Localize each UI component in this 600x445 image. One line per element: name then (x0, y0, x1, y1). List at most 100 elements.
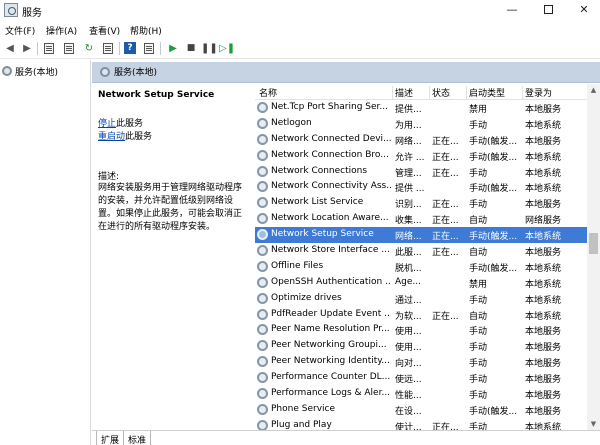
service-startup-type: 手动(触发... (469, 232, 518, 243)
tree-item-services-local[interactable]: 服务(本地) (2, 64, 58, 78)
service-detail-pane: Network Setup Service 停止此服务 重启动此服务 描述: 网… (92, 84, 245, 430)
service-name: Network Setup Service (271, 229, 374, 240)
export-list-icon[interactable] (100, 41, 116, 56)
stop-service-link[interactable]: 停止 (98, 119, 116, 129)
column-header-description[interactable]: 描述 (393, 86, 430, 100)
table-row[interactable]: Net.Tcp Port Sharing Ser... 提供... 禁用 本地服务 (255, 100, 587, 116)
service-log-on-as: 本地服务 (525, 343, 562, 354)
service-description-cell: 脱机... (395, 263, 422, 274)
service-log-on-as: 本地服务 (525, 248, 562, 259)
service-status: 正在... (432, 168, 459, 179)
title-bar: 服务 — ✕ (0, 0, 600, 20)
column-header-startup-type[interactable]: 启动类型 (467, 86, 523, 100)
service-log-on-as: 本地系统 (525, 263, 562, 274)
service-log-on-as: 本地服务 (525, 406, 562, 417)
table-row[interactable]: Network Connection Bro... 允许 ... 正在... 手动(触… (255, 148, 587, 164)
column-header-log-on-as[interactable]: 登录为 (523, 86, 587, 100)
service-description-cell: Age... (395, 276, 421, 287)
description-label: 描述: (98, 172, 120, 182)
maximize-button[interactable] (530, 0, 566, 20)
service-gear-icon (257, 213, 268, 225)
service-log-on-as: 本地服务 (525, 327, 562, 338)
table-row[interactable]: Network Connections 管理... 正在... 手动 本地系统 (255, 164, 587, 180)
vertical-scrollbar[interactable]: ▲ ▼ (587, 84, 600, 430)
forward-arrow-icon[interactable]: ▶ (19, 41, 35, 56)
menu-view[interactable]: 查看(V) (89, 24, 120, 37)
show-pane-icon[interactable] (141, 41, 157, 56)
column-header-status[interactable]: 状态 (430, 86, 467, 100)
service-name: Peer Name Resolution Pr... (271, 324, 390, 335)
service-gear-icon (257, 133, 268, 145)
table-row[interactable]: OpenSSH Authentication ... Age... 禁用 本地系统 (255, 275, 587, 291)
restart-icon[interactable]: ▷❚ (219, 41, 235, 56)
service-status: 正在... (432, 136, 459, 147)
play-icon[interactable]: ▶ (165, 41, 181, 56)
table-row[interactable]: Network Store Interface ... 此服... 正在... 自动 本… (255, 243, 587, 259)
service-log-on-as: 本地系统 (525, 184, 562, 195)
table-row[interactable]: Network List Service 识别... 正在... 手动 本地服务 (255, 195, 587, 211)
service-description: 网络安装服务用于管理网络驱动程序的安装，并允许配置低级别网络设置。如果停止此服务… (98, 183, 243, 232)
help-icon[interactable]: ? (122, 41, 138, 56)
table-row[interactable]: PdfReader Update Event ... 为软... 正在... 自动 本地… (255, 307, 587, 323)
list-header: 名称 描述 状态 启动类型 登录为 (255, 84, 587, 100)
service-name: Netlogon (271, 117, 312, 128)
minimize-button[interactable]: — (494, 0, 530, 20)
menu-file[interactable]: 文件(F) (5, 24, 35, 37)
service-startup-type: 手动 (469, 359, 488, 370)
service-gear-icon (257, 117, 268, 129)
scroll-down-arrow-icon[interactable]: ▼ (587, 418, 600, 430)
column-header-name[interactable]: 名称 (255, 86, 393, 100)
pause-icon[interactable]: ❚❚ (201, 41, 218, 56)
service-description-cell: 使远... (395, 375, 422, 386)
table-row[interactable]: Offline Files 脱机... 手动(触发... 本地系统 (255, 259, 587, 275)
stop-icon[interactable]: ■ (183, 41, 199, 56)
service-startup-type: 手动(触发... (469, 136, 518, 147)
back-arrow-icon[interactable]: ◀ (2, 41, 18, 56)
tab-standard[interactable]: 标准 (123, 431, 152, 445)
table-row[interactable]: Plug and Play 使计... 正在... 手动 本地系统 (255, 418, 587, 430)
scrollbar-thumb[interactable] (589, 233, 598, 254)
detail-service-title: Network Setup Service (98, 90, 215, 100)
service-description-cell: 使计... (395, 422, 422, 430)
toolbar: ◀ ▶ ↻ ? ▶ ■ ❚❚ ▷❚ (0, 39, 600, 59)
table-row[interactable]: Network Connectivity Ass... 提供 ... 手动(触发..… (255, 179, 587, 195)
service-gear-icon (257, 403, 268, 415)
table-row[interactable]: Peer Name Resolution Pr... 使用... 手动 本地服务 (255, 322, 587, 338)
close-button[interactable]: ✕ (566, 0, 600, 20)
console-tree-icon[interactable] (41, 41, 57, 56)
service-log-on-as: 本地服务 (525, 359, 562, 370)
service-name: Net.Tcp Port Sharing Ser... (271, 102, 388, 112)
table-row[interactable]: Optimize drives 通过... 手动 本地系统 (255, 291, 587, 307)
services-header-band: 服务(本地) (92, 62, 600, 83)
service-log-on-as: 网络服务 (525, 216, 562, 227)
table-row[interactable]: Phone Service 在设... 手动(触发... 本地服务 (255, 402, 587, 418)
tab-extended[interactable]: 扩展 (96, 431, 125, 445)
table-row[interactable]: Peer Networking Groupi... 使用... 手动 本地服务 (255, 338, 587, 354)
service-startup-type: 自动 (469, 216, 488, 227)
table-row[interactable]: Netlogon 为用... 手动 本地系统 (255, 116, 587, 132)
service-log-on-as: 本地服务 (525, 391, 562, 402)
service-log-on-as: 本地系统 (525, 295, 562, 306)
window-title: 服务 (22, 8, 42, 19)
scroll-up-arrow-icon[interactable]: ▲ (587, 84, 600, 96)
menu-action[interactable]: 操作(A) (46, 24, 77, 37)
table-row[interactable]: Network Setup Service 网络... 正在... 手动(触发... 本… (255, 227, 587, 244)
table-row[interactable]: Performance Logs & Aler... 性能... 手动 本地服务 (255, 386, 587, 402)
toolbar-separator (37, 42, 38, 55)
refresh-icon[interactable]: ↻ (81, 41, 97, 56)
menu-help[interactable]: 帮助(H) (130, 24, 162, 37)
restart-service-link[interactable]: 重启动 (98, 132, 125, 142)
service-startup-type: 手动(触发... (469, 152, 518, 163)
services-app-icon (4, 3, 18, 17)
service-name: Network Connection Bro... (271, 149, 389, 160)
list-rows: Net.Tcp Port Sharing Ser... 提供... 禁用 本地服务 Ne… (255, 100, 587, 430)
table-row[interactable]: Network Location Aware... 收集... 正在... 自动 网络服… (255, 211, 587, 227)
properties-icon[interactable] (61, 41, 77, 56)
table-row[interactable]: Peer Networking Identity... 向对... 手动 本地服务 (255, 354, 587, 370)
service-description-cell: 通过... (395, 295, 422, 306)
service-name: Network Store Interface ... (271, 245, 390, 256)
service-startup-type: 手动 (469, 391, 488, 402)
table-row[interactable]: Network Connected Devi... 网络... 正在... 手动(触发… (255, 132, 587, 148)
band-title: 服务(本地) (114, 68, 158, 78)
table-row[interactable]: Performance Counter DL... 使远... 手动 本地服务 (255, 370, 587, 386)
